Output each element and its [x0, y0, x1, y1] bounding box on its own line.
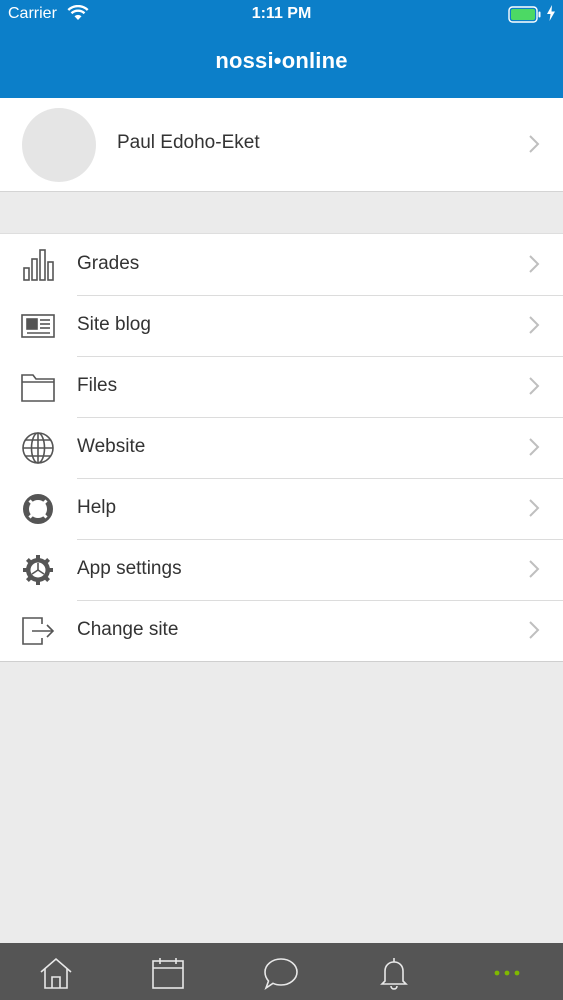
chevron-right-icon [529, 316, 540, 334]
lifebuoy-icon [23, 494, 53, 524]
menu-item-label: Files [77, 375, 118, 396]
avatar[interactable] [22, 108, 96, 182]
chevron-right-icon [529, 377, 540, 395]
chevron-right-icon [529, 621, 540, 639]
tab-more[interactable] [451, 943, 563, 1000]
menu-item-grades[interactable]: Grades [0, 234, 563, 295]
chevron-right-icon [529, 438, 540, 456]
menu-item-label: Site blog [77, 314, 151, 335]
globe-icon [22, 432, 54, 464]
chevron-right-icon [529, 560, 540, 578]
calendar-icon [152, 958, 184, 989]
menu-item-label: App settings [77, 558, 182, 579]
exit-icon [22, 617, 55, 645]
status-time: 1:11 PM [251, 5, 312, 22]
tab-notifications[interactable] [338, 943, 450, 1000]
status-bar: Carrier 1:11 PM [0, 0, 563, 30]
tab-messages[interactable] [225, 943, 337, 1000]
profile-row[interactable]: Paul Edoho-Eket [0, 98, 563, 192]
chevron-right-icon [529, 255, 540, 273]
menu-item-label: Change site [77, 619, 179, 640]
more-icon [494, 970, 520, 976]
bell-icon [380, 958, 408, 990]
profile-name: Paul Edoho-Eket [117, 132, 260, 153]
newspaper-icon [21, 314, 55, 338]
menu-item-label: Website [77, 436, 146, 457]
menu-item-files[interactable]: Files [0, 356, 563, 417]
home-icon [40, 957, 72, 989]
folder-icon [21, 374, 55, 402]
menu-item-change-site[interactable]: Change site [0, 600, 563, 661]
chevron-right-icon [529, 499, 540, 517]
app-title: nossi•online [215, 48, 348, 73]
gear-icon [23, 555, 53, 585]
bar-chart-icon [23, 249, 54, 281]
menu-item-help[interactable]: Help [0, 478, 563, 539]
chevron-right-icon [529, 135, 540, 153]
chat-icon [264, 958, 298, 990]
menu-item-app-settings[interactable]: App settings [0, 539, 563, 600]
tab-bar [0, 943, 563, 1000]
tab-home[interactable] [0, 943, 112, 1000]
menu-item-site-blog[interactable]: Site blog [0, 295, 563, 356]
tab-calendar[interactable] [112, 943, 224, 1000]
charging-icon [546, 5, 556, 26]
app-header: Carrier 1:11 PM nossi•online [0, 0, 563, 98]
menu-item-website[interactable]: Website [0, 417, 563, 478]
menu-item-label: Help [77, 497, 117, 518]
menu-list: Grades Site blog Files Website Help App … [0, 233, 563, 662]
menu-item-label: Grades [77, 253, 140, 274]
battery-icon [508, 6, 542, 28]
